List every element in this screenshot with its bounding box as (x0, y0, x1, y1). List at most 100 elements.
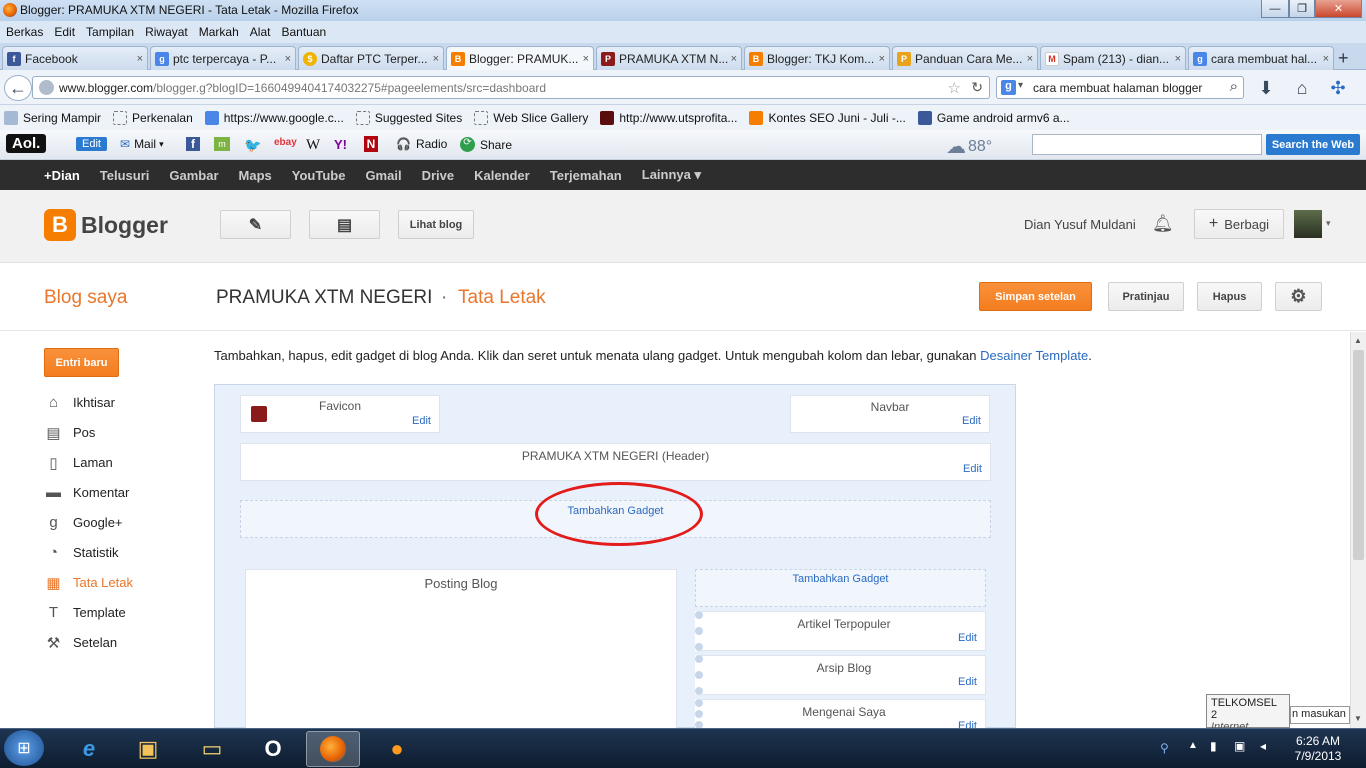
close-tab-icon[interactable]: × (285, 53, 291, 65)
close-tab-icon[interactable]: × (731, 53, 737, 65)
sidebar-add-gadget-link[interactable]: Tambahkan Gadget (696, 573, 985, 585)
page-scrollbar[interactable]: ▲ ▼ (1350, 332, 1366, 728)
maximize-button[interactable]: ❐ (1289, 0, 1315, 18)
view-blog-button[interactable]: Lihat blog (398, 210, 474, 239)
download-icon[interactable]: ⬇ (1254, 75, 1278, 101)
google-bar-maps[interactable]: Maps (239, 168, 272, 183)
twitter-icon[interactable]: 🐦 (244, 137, 261, 154)
favicon-gadget[interactable]: Favicon Edit (240, 395, 440, 433)
usb-icon[interactable]: ⚲ (1160, 741, 1169, 755)
url-bar[interactable]: www.blogger.com/blogger.g?blogID=1660499… (32, 76, 990, 99)
sidebar-item-statistik[interactable]: ◔ Statistik (44, 544, 119, 561)
blog-posts-gadget[interactable]: Posting Blog (245, 569, 677, 729)
share-button[interactable]: + Berbagi (1194, 209, 1284, 239)
google-bar-lainnya[interactable]: Lainnya ▾ (642, 167, 701, 183)
new-post-button[interactable]: Entri baru (44, 348, 119, 377)
popular-posts-gadget[interactable]: Artikel Terpopuler Edit (695, 611, 986, 651)
bookmark-web-slice[interactable]: Web Slice Gallery (474, 110, 588, 125)
menu-edit[interactable]: Edit (54, 25, 75, 39)
sidebar-item-template[interactable]: T Template (44, 604, 126, 621)
tab-panduan[interactable]: P Panduan Cara Me... × (892, 46, 1038, 70)
tab-gmail-spam[interactable]: M Spam (213) - dian... × (1040, 46, 1186, 70)
menu-berkas[interactable]: Berkas (6, 25, 43, 39)
tab-facebook[interactable]: f Facebook × (2, 46, 148, 70)
user-name[interactable]: Dian Yusuf Muldani (1024, 217, 1136, 232)
tab-blogger-tkj[interactable]: B Blogger: TKJ Kom... × (744, 46, 890, 70)
sidebar-item-googleplus[interactable]: g Google+ (44, 514, 122, 531)
sidebar-item-komentar[interactable]: ▬ Komentar (44, 484, 129, 501)
tab-blogger-pramuka[interactable]: B Blogger: PRAMUK... × (446, 46, 594, 70)
sidebar-item-setelan[interactable]: ⚒ Setelan (44, 634, 117, 652)
posts-list-button[interactable]: ▤ (309, 210, 380, 239)
firefox-taskbar-icon[interactable] (306, 731, 360, 767)
bookmark-sering-mampir[interactable]: Sering Mampir (4, 110, 101, 125)
home-icon[interactable]: ⌂ (1290, 75, 1314, 101)
blog-archive-gadget[interactable]: Arsip Blog Edit (695, 655, 986, 695)
blog-name[interactable]: PRAMUKA XTM NEGERI (216, 287, 432, 309)
menu-riwayat[interactable]: Riwayat (145, 25, 188, 39)
bookmark-suggested-sites[interactable]: Suggested Sites (355, 110, 462, 125)
close-tab-icon[interactable]: × (433, 53, 439, 65)
about-me-gadget[interactable]: Mengenai Saya Edit (695, 699, 986, 732)
aol-share-button[interactable]: ⟳ Share (460, 137, 512, 152)
aol-search-input[interactable] (1032, 134, 1262, 155)
google-bar-terjemahan[interactable]: Terjemahan (550, 168, 622, 183)
header-gadget[interactable]: PRAMUKA XTM NEGERI (Header) Edit (240, 443, 991, 481)
aol-mail-button[interactable]: ✉ Mail ▾ (120, 137, 164, 151)
sidebar-item-ikhtisar[interactable]: ⌂ Ikhtisar (44, 394, 115, 411)
new-post-pencil-button[interactable]: ✎ (220, 210, 291, 239)
menu-tampilan[interactable]: Tampilan (86, 25, 134, 39)
google-bar-plus-dian[interactable]: +Dian (44, 168, 80, 183)
tab-google-search[interactable]: g cara membuat hal... × (1188, 46, 1334, 70)
tab-pramuka[interactable]: P PRAMUKA XTM N... × (596, 46, 742, 70)
tray-chevron-icon[interactable]: ▲ (1188, 740, 1198, 751)
scroll-up-icon[interactable]: ▲ (1354, 336, 1362, 345)
wikipedia-icon[interactable]: W (306, 137, 320, 154)
yahoo-icon[interactable]: Y! (334, 137, 347, 152)
close-window-button[interactable]: ✕ (1315, 0, 1362, 18)
search-the-web-button[interactable]: Search the Web (1266, 134, 1360, 155)
signal-icon[interactable]: ▮ (1210, 739, 1217, 753)
archive-edit-link[interactable]: Edit (958, 676, 977, 688)
close-tab-icon[interactable]: × (1323, 53, 1329, 65)
google-bar-drive[interactable]: Drive (422, 168, 455, 183)
tab-ptc[interactable]: g ptc terpercaya - P... × (150, 46, 296, 70)
bookmark-game-android[interactable]: Game android armv6 a... (917, 110, 1070, 125)
bookmark-star-icon[interactable]: ☆ (948, 79, 961, 97)
magnifier-icon[interactable]: ⌕ (1230, 78, 1238, 95)
close-tab-icon[interactable]: × (137, 53, 143, 65)
close-tab-icon[interactable]: × (1175, 53, 1181, 65)
tab-daftar-ptc[interactable]: $ Daftar PTC Terper... × (298, 46, 444, 70)
reload-icon[interactable]: ↻ (971, 79, 983, 96)
sidebar-add-gadget-zone[interactable]: Tambahkan Gadget (695, 569, 986, 607)
navbar-gadget[interactable]: Navbar Edit (790, 395, 990, 433)
preview-button[interactable]: Pratinjau (1108, 282, 1184, 311)
aol-logo[interactable]: Aol. (6, 134, 47, 153)
bookmark-kontes-seo[interactable]: Kontes SEO Juni - Juli -... (749, 110, 906, 125)
my-blog-link[interactable]: Blog saya (44, 287, 127, 309)
close-tab-icon[interactable]: × (879, 53, 885, 65)
bookmark-perkenalan[interactable]: Perkenalan (113, 110, 193, 125)
blogger-logo-text[interactable]: Blogger (81, 212, 168, 239)
aol-edit-button[interactable]: Edit (76, 137, 107, 151)
opera-icon[interactable]: O (246, 731, 300, 767)
chevron-down-icon[interactable]: ▾ (1326, 218, 1331, 229)
start-button[interactable]: ⊞ (4, 730, 44, 766)
sidebar-item-laman[interactable]: ▯ Laman (44, 454, 112, 472)
menu-bantuan[interactable]: Bantuan (281, 25, 326, 39)
bookmark-utsprofit[interactable]: http://www.utsprofita... (600, 110, 737, 125)
template-designer-link[interactable]: Desainer Template (980, 348, 1088, 363)
menu-alat[interactable]: Alat (250, 25, 271, 39)
ebay-icon[interactable]: ebay (274, 137, 297, 148)
site-identity-icon[interactable] (39, 80, 54, 95)
volume-icon[interactable]: ◂ (1260, 739, 1266, 753)
myspace-icon[interactable]: m (214, 137, 230, 151)
google-bar-telusuri[interactable]: Telusuri (100, 168, 150, 183)
sidebar-item-pos[interactable]: ▤ Pos (44, 424, 95, 442)
bell-icon[interactable]: 🔔︎ (1152, 214, 1174, 234)
minimize-button[interactable]: — (1261, 0, 1289, 18)
clock[interactable]: 6:26 AM 7/9/2013 (1288, 734, 1348, 764)
google-bar-gmail[interactable]: Gmail (365, 168, 401, 183)
blogger-logo-icon[interactable]: B (44, 209, 76, 241)
chevron-down-icon[interactable]: ▾ (1018, 80, 1023, 91)
